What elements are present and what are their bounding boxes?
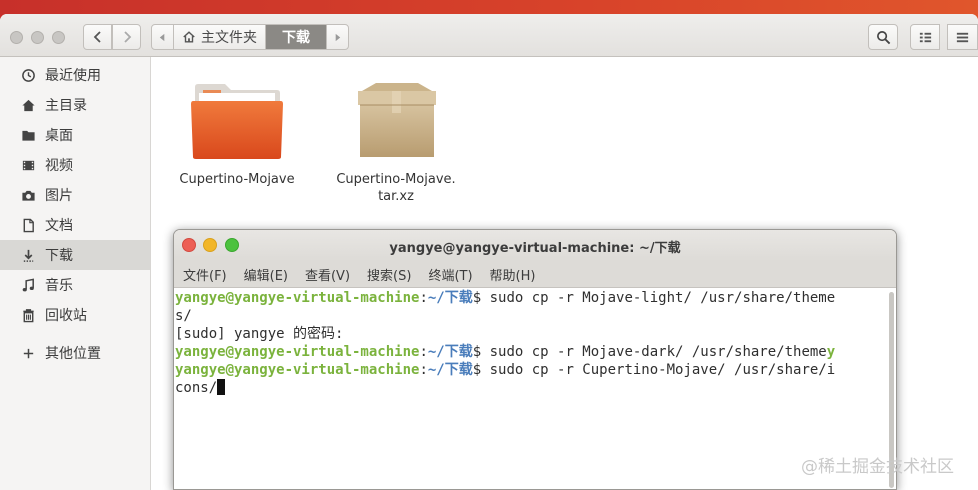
- home-icon: [183, 31, 195, 43]
- sidebar-item-recent[interactable]: 最近使用: [0, 60, 150, 90]
- view-toggle-button[interactable]: [910, 24, 940, 50]
- terminal-line: yangye@yangye-virtual-machine:~/下载$ sudo…: [175, 362, 836, 378]
- path-segment-current[interactable]: 下载: [266, 25, 327, 49]
- file-name: Cupertino-Mojave: [179, 172, 295, 187]
- sidebar-item-other-locations[interactable]: 其他位置: [0, 338, 150, 368]
- window-maximize-button[interactable]: [52, 31, 65, 44]
- window-close-button[interactable]: [10, 31, 23, 44]
- prompt-user: yangye@yangye-virtual-machine: [175, 290, 420, 306]
- terminal-titlebar: yangye@yangye-virtual-machine: ~/下载: [174, 230, 896, 261]
- menu-file[interactable]: 文件(F): [183, 265, 227, 284]
- path-scroll-left-button[interactable]: [152, 25, 174, 49]
- terminal-line: [sudo] yangye 的密码:: [175, 325, 886, 343]
- chevron-left-icon: [93, 31, 101, 43]
- camera-icon: [20, 187, 36, 203]
- file-name-line1: Cupertino-Mojave.: [336, 172, 456, 187]
- sidebar-item-music[interactable]: 音乐: [0, 270, 150, 300]
- prompt-user: yangye@yangye-virtual-machine: [175, 344, 420, 360]
- command-text: $ sudo cp -r Mojave-light/ /usr/share/th…: [472, 290, 836, 306]
- command-text: $ sudo cp -r Mojave-dark/ /usr/share/the…: [472, 344, 827, 360]
- path-home-label: 主文件夹: [201, 30, 257, 46]
- menu-search[interactable]: 搜索(S): [367, 265, 411, 284]
- download-icon: [20, 247, 36, 263]
- archive-icon: [358, 83, 436, 157]
- sidebar-item-label: 回收站: [45, 308, 87, 324]
- window-minimize-button[interactable]: [31, 31, 44, 44]
- sidebar-item-pictures[interactable]: 图片: [0, 180, 150, 210]
- sidebar-item-home[interactable]: 主目录: [0, 90, 150, 120]
- caret-left-icon: [159, 33, 165, 41]
- sidebar-item-label: 视频: [45, 158, 73, 174]
- document-icon: [20, 217, 36, 233]
- sidebar-item-label: 其他位置: [45, 346, 101, 362]
- search-button[interactable]: [868, 24, 898, 50]
- sidebar: 最近使用 主目录 桌面 视频 图片 文档 下载 音乐 回收站 其他位置: [0, 57, 151, 490]
- menu-terminal[interactable]: 终端(T): [428, 265, 472, 284]
- terminal-line: yangye@yangye-virtual-machine:~/下载$ sudo…: [175, 344, 836, 360]
- prompt-path: ~/下载: [427, 362, 473, 378]
- video-icon: [20, 157, 36, 173]
- folder-icon: [191, 84, 283, 159]
- path-segment-home[interactable]: 主文件夹: [174, 25, 266, 49]
- terminal-line: s/: [175, 307, 886, 325]
- music-icon: [20, 277, 36, 293]
- menu-edit[interactable]: 编辑(E): [244, 265, 288, 284]
- file-name-line2: tar.xz: [378, 189, 414, 204]
- file-name: Cupertino-Mojave. tar.xz: [321, 171, 471, 205]
- search-icon: [876, 30, 890, 44]
- text-cursor: [217, 379, 226, 395]
- command-wrap: cons/: [175, 380, 218, 396]
- clock-icon: [20, 67, 36, 83]
- back-button[interactable]: [83, 24, 112, 50]
- sidebar-item-label: 文档: [45, 218, 73, 234]
- terminal-window: yangye@yangye-virtual-machine: ~/下载 文件(F…: [173, 229, 897, 490]
- trash-icon: [20, 307, 36, 323]
- menu-button[interactable]: [947, 24, 978, 50]
- command-wrap: y: [826, 344, 836, 360]
- chevron-right-icon: [123, 31, 131, 43]
- terminal-title: yangye@yangye-virtual-machine: ~/下载: [389, 241, 681, 256]
- terminal-line: yangye@yangye-virtual-machine:~/下载$ sudo…: [175, 290, 836, 306]
- home-icon: [20, 97, 36, 113]
- sidebar-item-documents[interactable]: 文档: [0, 210, 150, 240]
- output-text: [sudo] yangye 的密码:: [175, 326, 344, 342]
- menu-view[interactable]: 查看(V): [305, 265, 350, 284]
- hamburger-icon: [956, 32, 969, 42]
- terminal-output[interactable]: yangye@yangye-virtual-machine:~/下载$ sudo…: [174, 288, 886, 489]
- path-scroll-right-button[interactable]: [327, 25, 348, 49]
- sidebar-item-label: 最近使用: [45, 68, 101, 84]
- path-current-label: 下载: [282, 30, 310, 46]
- terminal-menubar: 文件(F) 编辑(E) 查看(V) 搜索(S) 终端(T) 帮助(H): [174, 261, 896, 288]
- command-wrap: s/: [175, 308, 192, 324]
- caret-right-icon: [335, 33, 341, 41]
- watermark: @稀土掘金技术社区: [801, 457, 954, 477]
- command-text: $ sudo cp -r Cupertino-Mojave/ /usr/shar…: [472, 362, 836, 378]
- sidebar-item-trash[interactable]: 回收站: [0, 300, 150, 330]
- sidebar-item-label: 桌面: [45, 128, 73, 144]
- prompt-path: ~/下载: [427, 344, 473, 360]
- file-item-folder[interactable]: Cupertino-Mojave: [162, 81, 312, 188]
- prompt-path: ~/下载: [427, 290, 473, 306]
- forward-button[interactable]: [112, 24, 141, 50]
- sidebar-item-label: 音乐: [45, 278, 73, 294]
- plus-icon: [20, 345, 36, 361]
- header-bar: 主文件夹 下载: [0, 14, 978, 57]
- prompt-user: yangye@yangye-virtual-machine: [175, 362, 420, 378]
- sidebar-item-label: 图片: [45, 188, 73, 204]
- menu-help[interactable]: 帮助(H): [490, 265, 536, 284]
- sidebar-item-desktop[interactable]: 桌面: [0, 120, 150, 150]
- terminal-line: cons/: [175, 379, 886, 397]
- sidebar-item-downloads[interactable]: 下载: [0, 240, 150, 270]
- sidebar-item-label: 主目录: [45, 98, 87, 114]
- sidebar-item-videos[interactable]: 视频: [0, 150, 150, 180]
- path-bar: 主文件夹 下载: [151, 24, 349, 50]
- list-view-icon: [919, 32, 931, 42]
- folder-icon: [20, 127, 36, 143]
- sidebar-item-label: 下载: [45, 248, 73, 264]
- file-item-archive[interactable]: Cupertino-Mojave. tar.xz: [321, 81, 471, 205]
